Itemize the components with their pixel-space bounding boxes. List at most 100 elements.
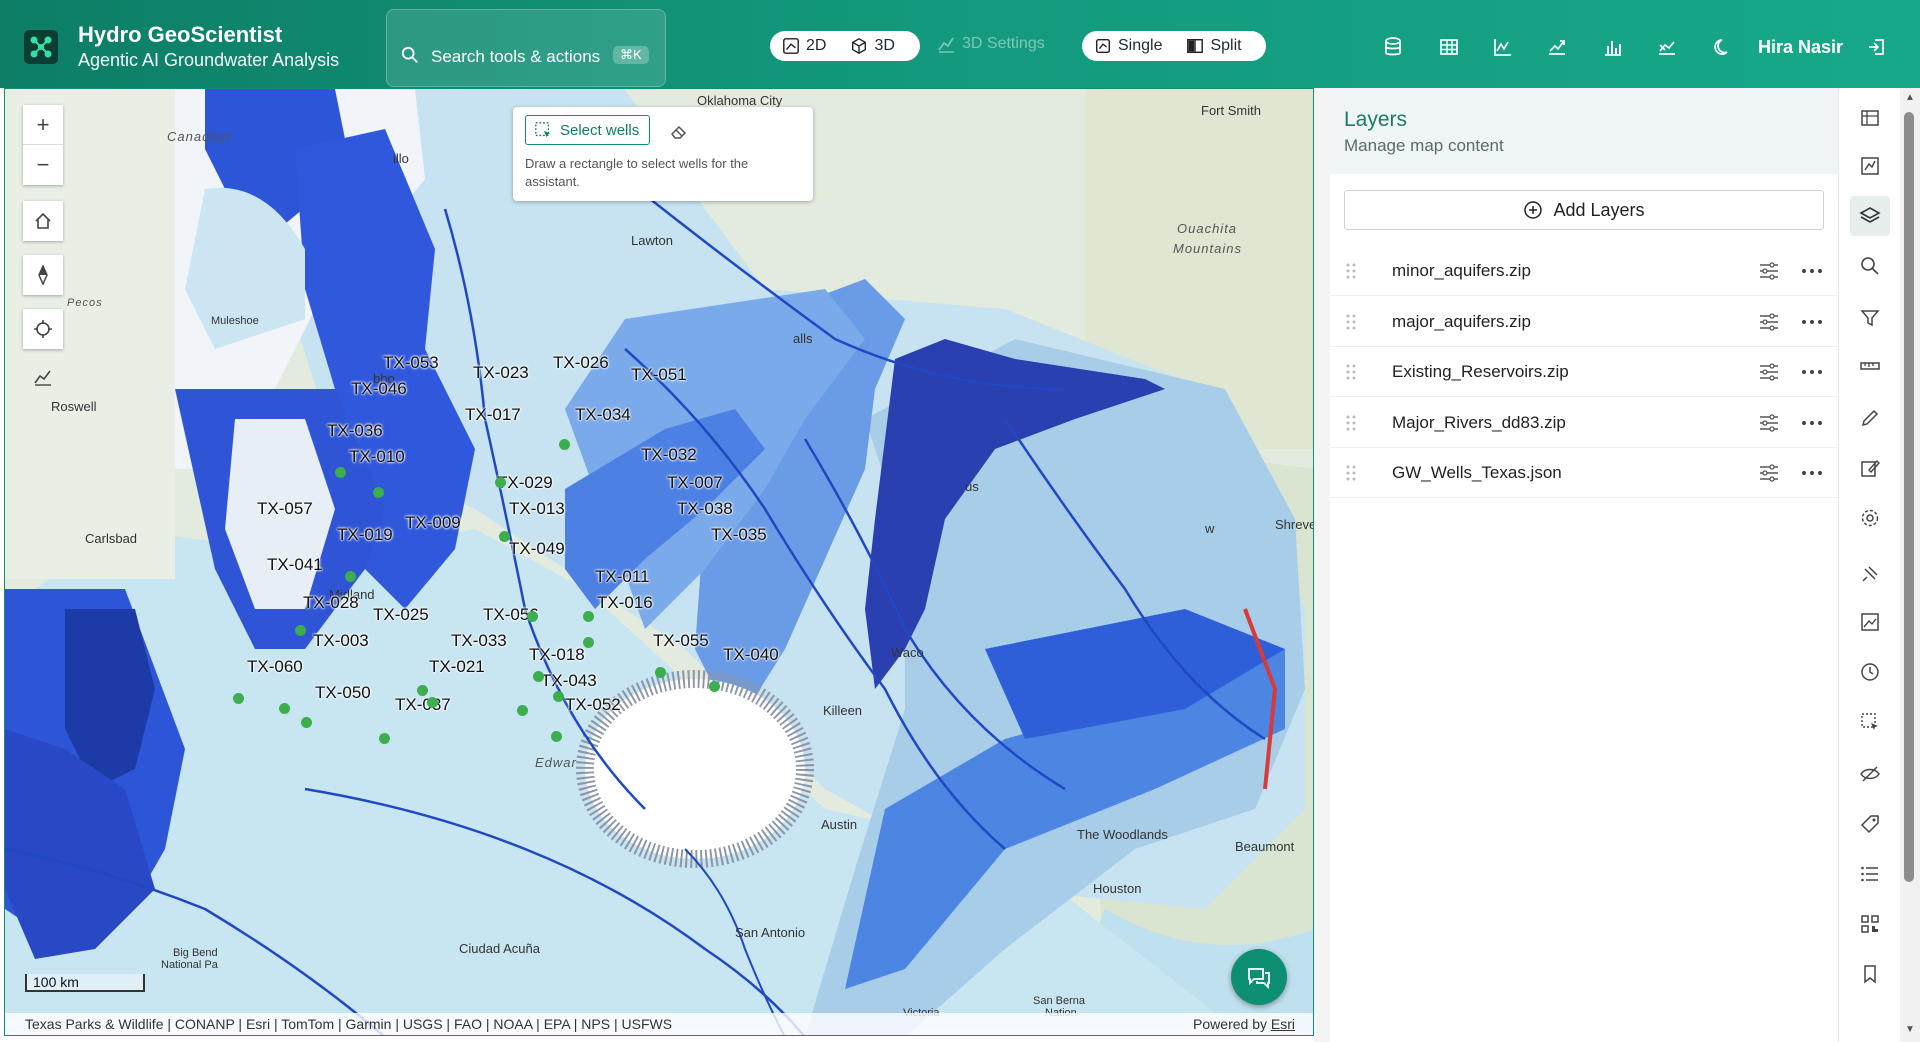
scatter-chart-icon[interactable] — [1656, 36, 1678, 58]
draw-button[interactable] — [1850, 398, 1890, 438]
pin-button[interactable] — [1850, 554, 1890, 594]
zoom-out-button[interactable]: − — [23, 145, 63, 185]
well-label[interactable]: TX-052 — [565, 695, 621, 715]
layer-row[interactable]: GW_Wells_Texas.json — [1330, 448, 1838, 498]
tag-button[interactable] — [1850, 804, 1890, 844]
well-point[interactable] — [551, 731, 562, 742]
well-label[interactable]: TX-019 — [337, 525, 393, 545]
eraser-icon[interactable] — [669, 121, 689, 141]
more-options-icon[interactable] — [1800, 261, 1824, 281]
well-label[interactable]: TX-060 — [247, 657, 303, 677]
select-button[interactable] — [1850, 702, 1890, 742]
well-label[interactable]: TX-036 — [327, 421, 383, 441]
well-point[interactable] — [233, 693, 244, 704]
assistant-chat-button[interactable] — [1231, 949, 1287, 1005]
well-label[interactable]: TX-040 — [723, 645, 779, 665]
well-label[interactable]: TX-043 — [541, 671, 597, 691]
drag-handle-icon[interactable] — [1346, 313, 1356, 331]
well-label[interactable]: TX-033 — [451, 631, 507, 651]
panel-resizer[interactable] — [1314, 88, 1330, 1042]
layer-options-icon[interactable] — [1758, 312, 1780, 332]
well-point[interactable] — [655, 667, 666, 678]
well-point[interactable] — [709, 681, 720, 692]
well-point[interactable] — [527, 611, 538, 622]
well-label[interactable]: TX-035 — [711, 525, 767, 545]
table-icon[interactable] — [1438, 36, 1460, 58]
more-options-icon[interactable] — [1800, 312, 1824, 332]
well-label[interactable]: TX-026 — [553, 353, 609, 373]
scroll-up-arrow[interactable]: ▲ — [1905, 92, 1915, 103]
drag-handle-icon[interactable] — [1346, 414, 1356, 432]
basemap-button[interactable] — [1850, 98, 1890, 138]
trend-chart-icon[interactable] — [1546, 36, 1568, 58]
view-2d-button[interactable]: 2D — [770, 31, 838, 61]
well-label[interactable]: TX-041 — [267, 555, 323, 575]
well-point[interactable] — [295, 625, 306, 636]
qr-button[interactable] — [1850, 904, 1890, 944]
database-icon[interactable] — [1382, 36, 1404, 58]
well-label[interactable]: TX-050 — [315, 683, 371, 703]
well-point[interactable] — [583, 611, 594, 622]
drag-handle-icon[interactable] — [1346, 363, 1356, 381]
edit-button[interactable] — [1850, 448, 1890, 488]
layers-button[interactable] — [1850, 196, 1890, 236]
add-layers-button[interactable]: Add Layers — [1344, 190, 1824, 230]
select-wells-button[interactable]: Select wells — [525, 115, 651, 145]
image-button[interactable] — [1850, 602, 1890, 642]
well-label[interactable]: TX-013 — [509, 499, 565, 519]
well-point[interactable] — [417, 685, 428, 696]
scroll-down-arrow[interactable]: ▼ — [1905, 1024, 1915, 1035]
eye-off-button[interactable] — [1850, 754, 1890, 794]
more-options-icon[interactable] — [1800, 413, 1824, 433]
search-button[interactable] — [1850, 246, 1890, 286]
logout-icon[interactable] — [1866, 36, 1888, 58]
settings-button[interactable] — [1850, 498, 1890, 538]
well-point[interactable] — [583, 637, 594, 648]
well-label[interactable]: TX-049 — [509, 539, 565, 559]
well-label[interactable]: TX-021 — [429, 657, 485, 677]
well-label[interactable]: TX-053 — [383, 353, 439, 373]
scroll-thumb[interactable] — [1904, 112, 1914, 882]
more-options-icon[interactable] — [1800, 362, 1824, 382]
map-view[interactable]: Oklahoma City Fort Smith Lawton Ouachita… — [4, 88, 1314, 1036]
well-point[interactable] — [553, 691, 564, 702]
well-label[interactable]: TX-057 — [257, 499, 313, 519]
user-name[interactable]: Hira Nasir — [1758, 37, 1843, 58]
well-label[interactable]: TX-025 — [373, 605, 429, 625]
list-button[interactable] — [1850, 854, 1890, 894]
well-label[interactable]: TX-003 — [313, 631, 369, 651]
view-3d-button[interactable]: 3D — [838, 31, 906, 61]
split-view-button[interactable]: Split — [1174, 31, 1253, 61]
well-point[interactable] — [279, 703, 290, 714]
filter-button[interactable] — [1850, 298, 1890, 338]
well-label[interactable]: TX-032 — [641, 445, 697, 465]
home-button[interactable] — [23, 201, 63, 241]
well-label[interactable]: TX-037 — [395, 695, 451, 715]
well-label[interactable]: TX-034 — [575, 405, 631, 425]
well-point[interactable] — [499, 531, 510, 542]
well-label[interactable]: TX-011 — [595, 567, 650, 587]
command-search[interactable]: Search tools & actions ⌘K — [386, 9, 666, 87]
3d-settings-button[interactable]: 3D Settings — [936, 34, 1045, 54]
well-label[interactable]: TX-010 — [349, 447, 405, 467]
drag-handle-icon[interactable] — [1346, 464, 1356, 482]
line-chart-icon[interactable] — [1492, 36, 1514, 58]
well-point[interactable] — [533, 671, 544, 682]
history-button[interactable] — [1850, 652, 1890, 692]
layer-options-icon[interactable] — [1758, 362, 1780, 382]
layer-options-icon[interactable] — [1758, 413, 1780, 433]
well-point[interactable] — [379, 733, 390, 744]
layer-row[interactable]: Existing_Reservoirs.zip — [1330, 347, 1838, 397]
well-label[interactable]: TX-018 — [529, 645, 585, 665]
well-point[interactable] — [495, 477, 506, 488]
well-point[interactable] — [335, 467, 346, 478]
well-label[interactable]: TX-007 — [667, 473, 723, 493]
layer-options-icon[interactable] — [1758, 463, 1780, 483]
well-label[interactable]: TX-016 — [597, 593, 653, 613]
esri-link[interactable]: Esri — [1271, 1016, 1295, 1032]
elevation-profile-button[interactable] — [23, 357, 63, 397]
scrollbar[interactable]: ▲ ▼ — [1900, 88, 1920, 1042]
bar-chart-icon[interactable] — [1602, 36, 1624, 58]
well-point[interactable] — [559, 439, 570, 450]
well-label[interactable]: TX-017 — [465, 405, 521, 425]
